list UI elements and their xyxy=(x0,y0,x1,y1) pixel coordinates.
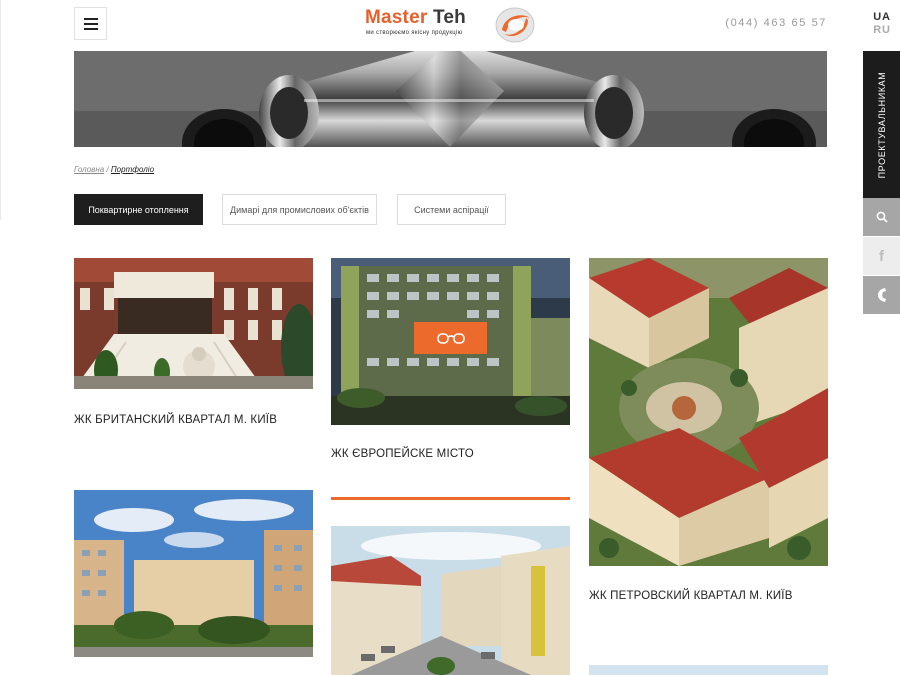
breadcrumb: Головна / Портфоліо xyxy=(74,165,154,174)
menu-icon-bar xyxy=(84,28,98,30)
breadcrumb-home[interactable]: Головна xyxy=(74,165,104,174)
project-view-overlay[interactable] xyxy=(414,322,487,354)
search-icon xyxy=(876,211,888,223)
menu-icon-bar xyxy=(84,23,98,25)
side-facebook-button[interactable]: f xyxy=(863,237,900,275)
lang-ua[interactable]: UA xyxy=(872,11,892,23)
menu-button[interactable] xyxy=(74,7,107,40)
side-tab-label: ПРОЕКТУВАЛЬНИКАМ xyxy=(876,71,887,178)
project-title-british-quarter[interactable]: ЖК БРИТАНСКИЙ КВАРТАЛ М. КИЇВ xyxy=(74,414,277,426)
project-image-residential-complex-5[interactable] xyxy=(331,526,570,675)
lang-ru[interactable]: RU xyxy=(872,24,892,36)
glasses-icon xyxy=(436,333,465,344)
logo-name: Master Teh xyxy=(365,7,466,29)
page-edge-line xyxy=(0,0,1,220)
logo-swirl-icon xyxy=(495,7,535,43)
project-image-british-quarter[interactable] xyxy=(74,258,313,389)
phone-icon xyxy=(877,288,886,302)
logo-tagline: ми створюємо якісну продукцію xyxy=(366,30,463,36)
facebook-icon: f xyxy=(879,247,884,265)
side-tab-designers[interactable]: ПРОЕКТУВАЛЬНИКАМ xyxy=(863,51,900,198)
project-image-residential-complex-6[interactable] xyxy=(589,665,828,675)
logo[interactable]: Master Teh ми створюємо якісну продукцію xyxy=(364,6,539,46)
project-title-european-city[interactable]: ЖК ЄВРОПЕЙСКЕ МІСТО xyxy=(331,448,474,460)
side-phone-button[interactable] xyxy=(863,276,900,314)
menu-icon xyxy=(84,18,98,20)
phone-number[interactable]: (044) 463 65 57 xyxy=(725,17,827,29)
filter-apartment-heating[interactable]: Поквартирне отоплення xyxy=(74,194,203,225)
filter-aspiration-systems[interactable]: Системи аспірації xyxy=(397,194,506,225)
breadcrumb-current[interactable]: Портфоліо xyxy=(111,165,154,174)
hero-banner xyxy=(74,51,827,147)
project-title-petrovsky-quarter[interactable]: ЖК ПЕТРОВСКИЙ КВАРТАЛ М. КИЇВ xyxy=(589,590,793,602)
active-card-underline xyxy=(331,497,570,500)
breadcrumb-separator: / xyxy=(106,165,109,174)
hero-pipes-image xyxy=(74,51,827,147)
project-image-petrovsky-quarter[interactable] xyxy=(589,258,828,566)
logo-word-1: Master xyxy=(365,7,428,28)
side-search-button[interactable] xyxy=(863,198,900,236)
logo-word-2: Teh xyxy=(432,7,466,28)
filter-industrial-chimneys[interactable]: Димарі для промислових об'єктів xyxy=(222,194,377,225)
project-image-residential-complex-4[interactable] xyxy=(74,490,313,657)
